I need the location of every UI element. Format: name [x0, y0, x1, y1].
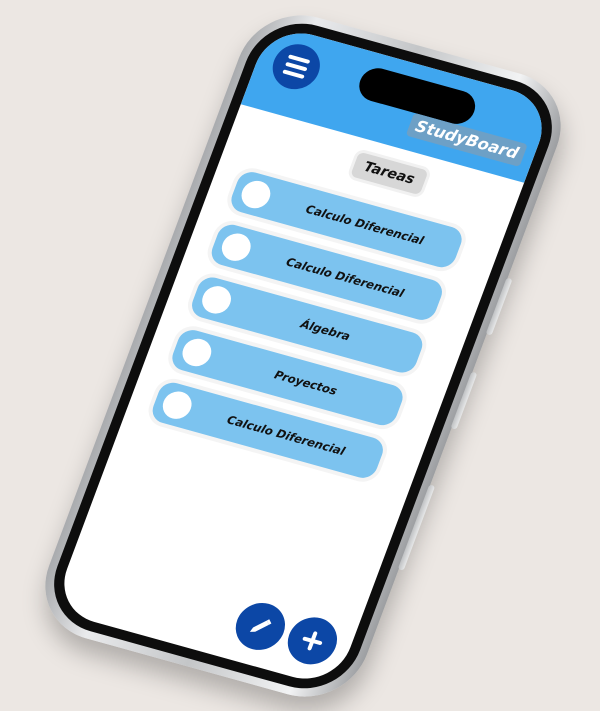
app-brand: StudyBoard [405, 112, 528, 167]
hamburger-menu-icon-bar [282, 69, 305, 80]
task-checkbox[interactable] [156, 385, 199, 425]
menu-button[interactable] [266, 38, 327, 95]
task-checkbox[interactable] [234, 175, 277, 214]
page-title: Tareas [350, 151, 429, 196]
edit-button[interactable] [228, 597, 292, 656]
task-checkbox[interactable] [175, 333, 218, 372]
phone-mockup: StudyBoard Tareas Calculo Diferencial Ca… [27, 1, 579, 711]
task-checkbox[interactable] [195, 280, 238, 320]
plus-icon [302, 631, 323, 651]
add-task-button[interactable] [280, 611, 344, 670]
pencil-icon [249, 619, 272, 632]
mockup-stage: StudyBoard Tareas Calculo Diferencial Ca… [0, 0, 600, 711]
task-checkbox[interactable] [215, 227, 258, 267]
